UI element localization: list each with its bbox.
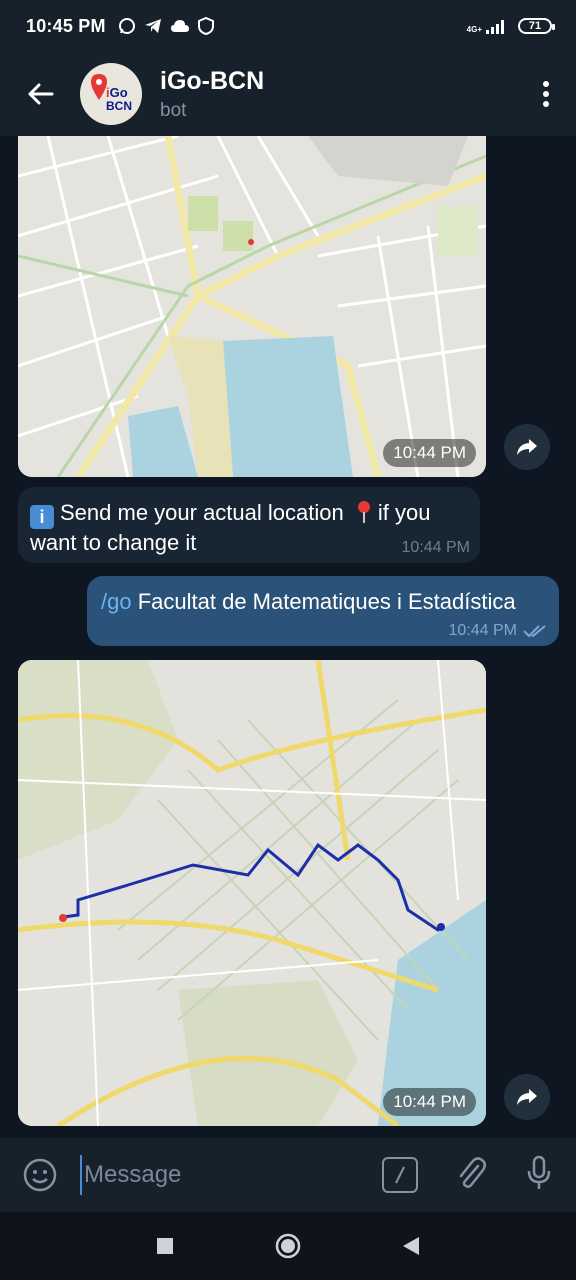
signal-icon <box>486 20 504 34</box>
slash-icon <box>395 1166 405 1184</box>
avatar-logo-subtext: BCN <box>106 99 132 113</box>
route-map-image <box>18 660 486 1126</box>
emoji-button[interactable] <box>0 1158 80 1192</box>
chat-title-block[interactable]: iGo-BCN bot <box>160 67 264 122</box>
emoji-icon <box>23 1158 57 1192</box>
status-time: 10:45 PM <box>26 15 106 36</box>
battery-indicator: 71 <box>518 18 555 34</box>
route-map-message[interactable]: 10:44 PM <box>18 660 486 1126</box>
chat-title: iGo-BCN <box>160 66 265 95</box>
chat-subtitle: bot <box>160 99 187 121</box>
telegram-icon <box>144 19 161 33</box>
back-triangle-icon[interactable] <box>402 1236 420 1256</box>
back-arrow-icon <box>28 83 54 105</box>
info-icon: i <box>30 505 54 529</box>
microphone-icon <box>527 1155 551 1189</box>
message-meta: 10:44 PM <box>449 622 547 640</box>
recents-icon[interactable] <box>156 1237 174 1255</box>
status-bar: 10:45 PM 4G+ 71 <box>0 0 576 52</box>
signal-indicator: 4G+ <box>467 18 508 34</box>
map-image <box>18 136 486 477</box>
outgoing-text-message[interactable]: /go Facultat de Matematiques i Estadísti… <box>87 576 559 646</box>
message-time: 10:44 PM <box>383 1088 476 1116</box>
cloud-icon <box>170 20 189 32</box>
message-time: 10:44 PM <box>401 539 470 556</box>
notification-icons <box>118 17 214 35</box>
network-type: 4G+ <box>466 25 482 34</box>
incoming-text-message[interactable]: i Send me your actual location if you wan… <box>18 487 480 563</box>
message-text: /go Facultat de Matematiques i Estadísti… <box>101 589 516 614</box>
paperclip-icon <box>459 1156 486 1188</box>
bot-command-link[interactable]: /go <box>101 589 132 614</box>
avatar-logo-text: iGo <box>106 85 128 100</box>
round-pushpin-icon <box>357 501 370 523</box>
message-composer <box>0 1138 576 1212</box>
battery-level: 71 <box>528 20 542 32</box>
forward-arrow-icon <box>517 439 537 455</box>
forward-button[interactable] <box>504 1074 550 1120</box>
shield-icon <box>197 17 214 35</box>
bot-avatar[interactable]: iGo BCN <box>80 63 142 125</box>
forward-button[interactable] <box>504 424 550 470</box>
double-check-icon <box>523 625 546 638</box>
message-input[interactable] <box>80 1155 374 1195</box>
whatsapp-icon <box>118 18 135 34</box>
more-vertical-icon <box>543 81 549 107</box>
map-image-message[interactable]: 10:44 PM <box>18 136 486 477</box>
system-navigation-bar <box>0 1212 576 1280</box>
message-time: 10:44 PM <box>448 622 517 639</box>
attach-button[interactable] <box>456 1156 486 1195</box>
bot-commands-button[interactable] <box>382 1157 418 1193</box>
home-icon[interactable] <box>274 1232 302 1260</box>
back-button[interactable] <box>0 52 80 136</box>
voice-message-button[interactable] <box>526 1155 552 1196</box>
forward-arrow-icon <box>517 1089 537 1105</box>
more-options-button[interactable] <box>516 52 576 136</box>
message-time: 10:44 PM <box>383 439 476 467</box>
chat-header: iGo BCN iGo-BCN bot <box>0 52 576 136</box>
